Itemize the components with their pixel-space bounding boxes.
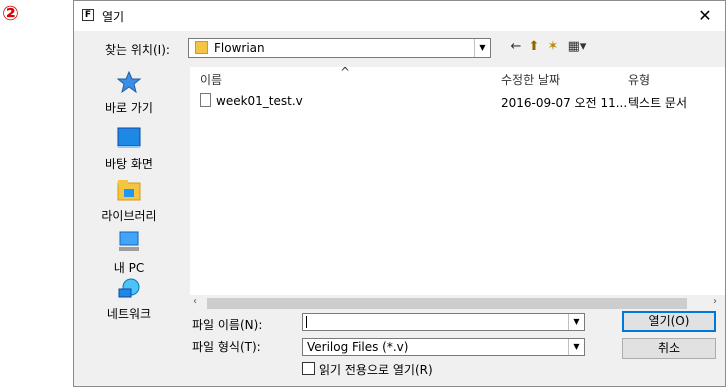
place-label: 내 PC xyxy=(113,261,145,275)
filename-input[interactable]: ▼ xyxy=(302,313,585,331)
scroll-left-icon[interactable]: ‹ xyxy=(193,296,197,307)
file-date: 2016-09-07 오전 11... xyxy=(501,96,628,110)
chevron-down-icon[interactable]: ▼ xyxy=(568,314,584,330)
network-icon xyxy=(118,278,140,298)
place-label: 라이브러리 xyxy=(101,209,157,223)
sort-arrow-icon: ^ xyxy=(340,65,351,79)
place-quick-access[interactable]: 바로 가기 xyxy=(84,71,174,119)
place-label: 바탕 화면 xyxy=(105,157,153,171)
lookin-combo[interactable]: Flowrian ▼ xyxy=(188,38,491,58)
back-icon[interactable]: ← xyxy=(508,39,524,55)
column-header-date[interactable]: 수정한 날짜 xyxy=(501,71,560,88)
scroll-thumb[interactable] xyxy=(207,298,687,309)
horizontal-scrollbar[interactable]: ‹ › xyxy=(190,295,725,312)
lookin-label: 찾는 위치(I): xyxy=(105,43,170,57)
computer-icon xyxy=(119,231,139,251)
window-title: 열기 xyxy=(102,10,125,24)
window-icon: F xyxy=(82,9,94,21)
readonly-label: 읽기 전용으로 열기(R) xyxy=(319,363,433,377)
view-menu-icon[interactable]: ▦▾ xyxy=(564,39,590,55)
place-label: 네트워크 xyxy=(106,307,152,321)
place-this-pc[interactable]: 내 PC xyxy=(84,231,174,279)
places-bar: 바로 가기 바탕 화면 라이브러리 내 PC 네트워크 xyxy=(84,71,174,331)
library-icon xyxy=(117,180,141,201)
place-network[interactable]: 네트워크 xyxy=(84,277,174,325)
folder-icon xyxy=(195,41,208,54)
filename-label: 파일 이름(N): xyxy=(192,318,263,332)
filetype-label: 파일 형식(T): xyxy=(192,340,261,354)
open-dialog: F 열기 ✕ 찾는 위치(I): Flowrian ▼ ← ⬆ ✶ ▦▾ 바로 … xyxy=(73,0,726,387)
file-type: 텍스트 문서 xyxy=(628,96,688,110)
filetype-value: Verilog Files (*.v) xyxy=(307,340,409,354)
chevron-down-icon[interactable]: ▼ xyxy=(474,39,490,57)
filetype-select[interactable]: Verilog Files (*.v) ▼ xyxy=(302,338,585,356)
readonly-option[interactable]: 읽기 전용으로 열기(R) xyxy=(302,361,433,378)
readonly-checkbox[interactable] xyxy=(302,362,315,375)
place-desktop[interactable]: 바탕 화면 xyxy=(84,127,174,175)
text-file-icon xyxy=(200,93,211,107)
text-cursor xyxy=(306,316,307,328)
open-button[interactable]: 열기(O) xyxy=(622,311,716,332)
step-badge: ② xyxy=(2,1,19,25)
place-libraries[interactable]: 라이브러리 xyxy=(84,179,174,227)
star-icon xyxy=(117,71,141,93)
file-name[interactable]: week01_test.v xyxy=(216,94,303,108)
new-folder-icon[interactable]: ✶ xyxy=(545,39,561,55)
cancel-button[interactable]: 취소 xyxy=(622,338,716,359)
column-header-type[interactable]: 유형 xyxy=(628,71,650,88)
scroll-right-icon[interactable]: › xyxy=(713,296,717,307)
up-folder-icon[interactable]: ⬆ xyxy=(526,39,542,55)
column-header-name[interactable]: 이름 xyxy=(200,71,222,88)
close-button[interactable]: ✕ xyxy=(692,5,718,27)
lookin-value: Flowrian xyxy=(214,41,265,55)
title-bar[interactable]: F 열기 ✕ xyxy=(74,1,725,31)
file-list[interactable]: 이름 ^ 수정한 날짜 유형 week01_test.v 2016-09-07 … xyxy=(190,65,725,295)
desktop-icon xyxy=(117,127,141,148)
place-label: 바로 가기 xyxy=(105,101,153,115)
chevron-down-icon[interactable]: ▼ xyxy=(568,339,584,355)
